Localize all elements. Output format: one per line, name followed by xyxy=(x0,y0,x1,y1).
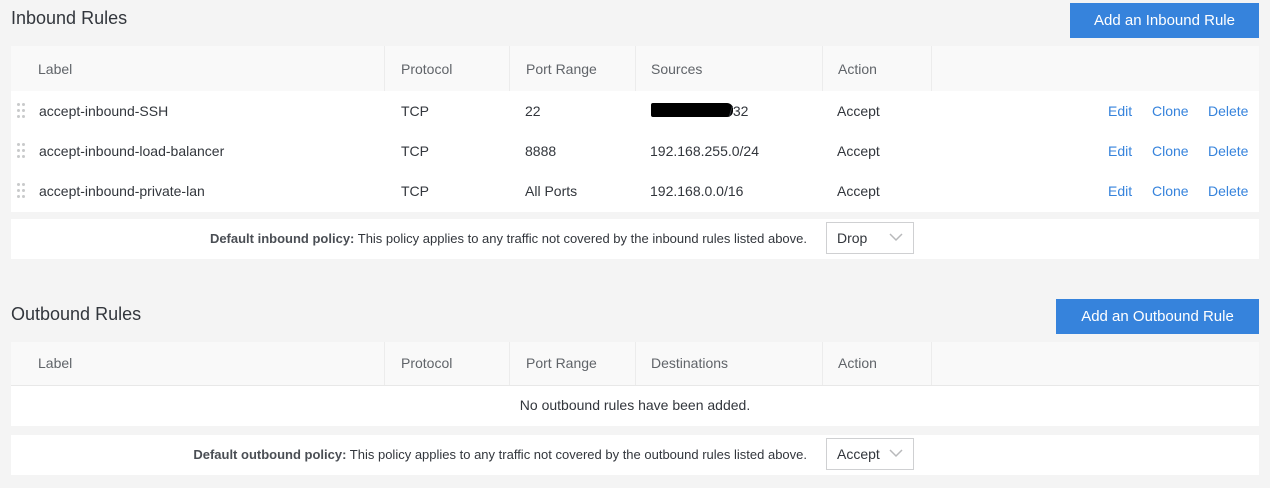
column-action[interactable]: Action xyxy=(838,46,877,92)
rule-protocol: TCP xyxy=(401,183,429,199)
chevron-down-icon xyxy=(889,449,903,458)
column-action[interactable]: Action xyxy=(838,342,877,385)
inbound-policy-label: Default inbound policy: xyxy=(209,231,355,246)
inbound-rules-title: Inbound Rules xyxy=(11,8,128,28)
rule-port-range: 22 xyxy=(525,103,541,119)
column-destinations[interactable]: Destinations xyxy=(651,342,728,385)
clone-link[interactable]: Clone xyxy=(1152,131,1189,171)
outbound-rules-title: Outbound Rules xyxy=(11,304,142,324)
empty-state-message: No outbound rules have been added. xyxy=(519,397,751,413)
outbound-policy-label: Default outbound policy: xyxy=(193,447,347,462)
inbound-table-header: Label Protocol Port Range Sources Action xyxy=(11,46,1259,93)
drag-handle-icon[interactable] xyxy=(17,103,25,119)
inbound-policy-bar: Default inbound policy: This policy appl… xyxy=(11,219,1259,259)
redaction-mark xyxy=(651,103,733,117)
column-port-range[interactable]: Port Range xyxy=(526,342,597,385)
rule-sources: 192.168.255.0/24 xyxy=(650,143,759,159)
delete-link[interactable]: Delete xyxy=(1208,91,1248,131)
edit-link[interactable]: Edit xyxy=(1108,171,1132,211)
edit-link[interactable]: Edit xyxy=(1108,131,1132,171)
outbound-rules-table: Label Protocol Port Range Destinations A… xyxy=(11,342,1259,426)
clone-link[interactable]: Clone xyxy=(1152,91,1189,131)
rule-action: Accept xyxy=(837,143,880,159)
column-sources[interactable]: Sources xyxy=(651,46,702,92)
rule-action: Accept xyxy=(837,103,880,119)
inbound-policy-text: Default inbound policy: This policy appl… xyxy=(210,219,807,259)
delete-link[interactable]: Delete xyxy=(1208,171,1248,211)
outbound-policy-value: Accept xyxy=(837,446,880,462)
rule-label: accept-inbound-private-lan xyxy=(39,183,205,199)
outbound-policy-description: This policy applies to any traffic not c… xyxy=(346,447,807,462)
rule-action: Accept xyxy=(837,183,880,199)
table-row: accept-inbound-SSH TCP 22 /32 Accept Edi… xyxy=(11,91,1259,132)
rule-sources: /32 xyxy=(729,103,749,119)
add-inbound-rule-button[interactable]: Add an Inbound Rule xyxy=(1070,3,1259,38)
inbound-rules-table: Label Protocol Port Range Sources Action… xyxy=(11,46,1259,212)
column-protocol[interactable]: Protocol xyxy=(401,46,452,92)
clone-link[interactable]: Clone xyxy=(1152,171,1189,211)
rule-port-range: 8888 xyxy=(525,143,557,159)
column-label[interactable]: Label xyxy=(38,342,72,385)
rule-protocol: TCP xyxy=(401,103,429,119)
drag-handle-icon[interactable] xyxy=(17,143,25,159)
outbound-policy-select[interactable]: Accept xyxy=(826,438,914,470)
drag-handle-icon[interactable] xyxy=(17,183,25,199)
add-outbound-rule-button[interactable]: Add an Outbound Rule xyxy=(1056,299,1259,334)
column-port-range[interactable]: Port Range xyxy=(526,46,597,92)
rule-port-range: All Ports xyxy=(525,183,578,199)
column-label[interactable]: Label xyxy=(38,46,72,92)
delete-link[interactable]: Delete xyxy=(1208,131,1248,171)
outbound-table-header: Label Protocol Port Range Destinations A… xyxy=(11,342,1259,386)
inbound-policy-description: This policy applies to any traffic not c… xyxy=(354,231,807,246)
rule-label: accept-inbound-load-balancer xyxy=(39,143,225,159)
rule-protocol: TCP xyxy=(401,143,429,159)
inbound-policy-select[interactable]: Drop xyxy=(826,222,914,254)
column-protocol[interactable]: Protocol xyxy=(401,342,452,385)
outbound-policy-text: Default outbound policy: This policy app… xyxy=(193,435,807,475)
edit-link[interactable]: Edit xyxy=(1108,91,1132,131)
table-row: accept-inbound-private-lan TCP All Ports… xyxy=(11,171,1259,211)
rule-sources: 192.168.0.0/16 xyxy=(650,183,744,199)
chevron-down-icon xyxy=(889,233,903,242)
outbound-policy-bar: Default outbound policy: This policy app… xyxy=(11,435,1259,475)
table-row: accept-inbound-load-balancer TCP 8888 19… xyxy=(11,131,1259,172)
rule-label: accept-inbound-SSH xyxy=(39,103,169,119)
inbound-policy-value: Drop xyxy=(837,230,868,246)
